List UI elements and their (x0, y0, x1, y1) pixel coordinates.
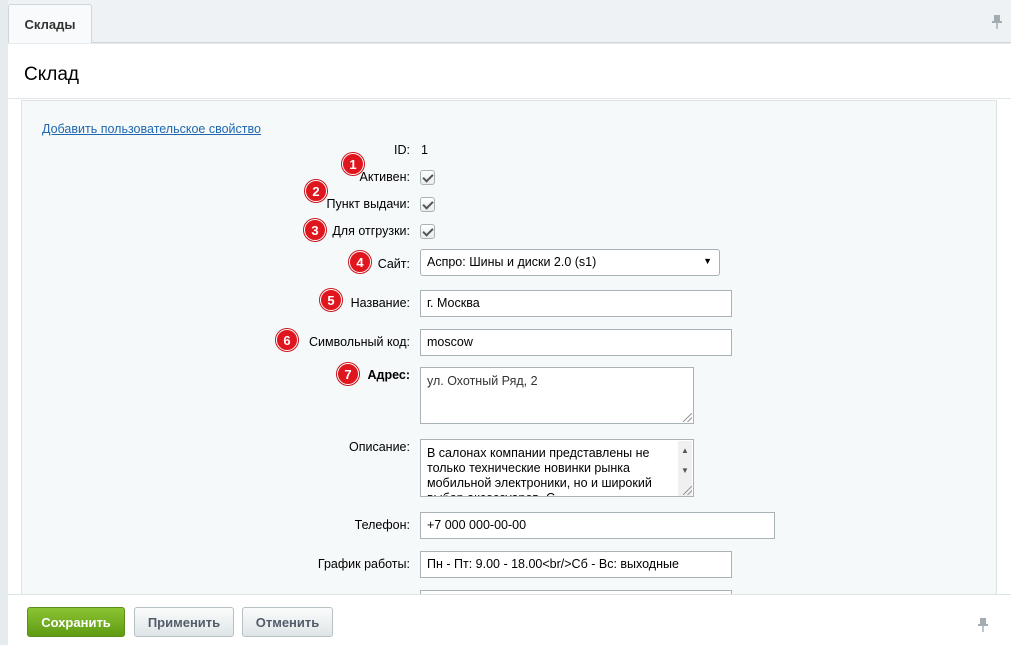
pin-icon[interactable] (991, 14, 1005, 30)
resize-handle-icon[interactable] (683, 413, 692, 422)
marker-7: 7 (337, 363, 359, 385)
marker-4: 4 (349, 251, 371, 273)
name-input[interactable]: г. Москва (420, 290, 732, 317)
apply-button[interactable]: Применить (134, 607, 234, 637)
shipping-checkbox[interactable] (420, 224, 435, 239)
marker-5: 5 (320, 289, 342, 311)
description-textarea[interactable]: В салонах компании представлены не тольк… (420, 439, 694, 497)
address-textarea[interactable]: ул. Охотный Ряд, 2 (420, 367, 694, 424)
marker-6: 6 (276, 329, 298, 351)
address-label: Адрес: (367, 368, 411, 382)
scroll-up-icon[interactable]: ▲ (681, 443, 689, 458)
code-label: Символьный код: (309, 335, 410, 349)
marker-2: 2 (305, 180, 327, 202)
address-value: ул. Охотный Ряд, 2 (427, 374, 538, 388)
footer-toolbar: Сохранить Применить Отменить (8, 594, 1011, 645)
schedule-label: График работы: (317, 557, 410, 571)
add-user-property-link[interactable]: Добавить пользовательское свойство (42, 122, 261, 136)
save-button[interactable]: Сохранить (27, 607, 125, 637)
active-label: Активен: (359, 170, 410, 184)
description-value: В салонах компании представлены не тольк… (427, 446, 652, 496)
site-select[interactable]: Аспро: Шины и диски 2.0 (s1) ▼ (420, 249, 720, 276)
tab-bar: Склады (8, 0, 1011, 43)
chevron-down-icon: ▼ (703, 256, 712, 266)
tab-warehouses[interactable]: Склады (8, 4, 92, 43)
code-input[interactable]: moscow (420, 329, 732, 356)
shipping-label: Для отгрузки: (332, 224, 410, 238)
page-title: Склад (24, 64, 79, 85)
marker-3: 3 (304, 219, 326, 241)
phone-label: Телефон: (354, 518, 410, 532)
cancel-button[interactable]: Отменить (242, 607, 333, 637)
pickup-point-label: Пункт выдачи: (326, 197, 410, 211)
divider (8, 98, 1011, 99)
description-label: Описание: (349, 440, 410, 454)
active-checkbox[interactable] (420, 170, 435, 185)
site-label: Сайт: (377, 257, 410, 271)
name-label: Название: (350, 296, 410, 310)
site-select-value: Аспро: Шины и диски 2.0 (s1) (427, 255, 597, 269)
id-label: ID: (394, 143, 410, 157)
main-panel: Склад Добавить пользовательское свойство… (8, 44, 1011, 601)
pin-icon[interactable] (977, 617, 991, 633)
pickup-point-checkbox[interactable] (420, 197, 435, 212)
scroll-down-icon[interactable]: ▼ (681, 463, 689, 478)
phone-input[interactable]: +7 000 000-00-00 (420, 512, 775, 539)
edit-form: Добавить пользовательское свойство ID: 1… (21, 100, 997, 601)
schedule-input[interactable]: Пн - Пт: 9.00 - 18.00<br/>Сб - Вс: выход… (420, 551, 732, 578)
id-value: 1 (421, 143, 428, 157)
resize-handle-icon[interactable] (683, 486, 692, 495)
